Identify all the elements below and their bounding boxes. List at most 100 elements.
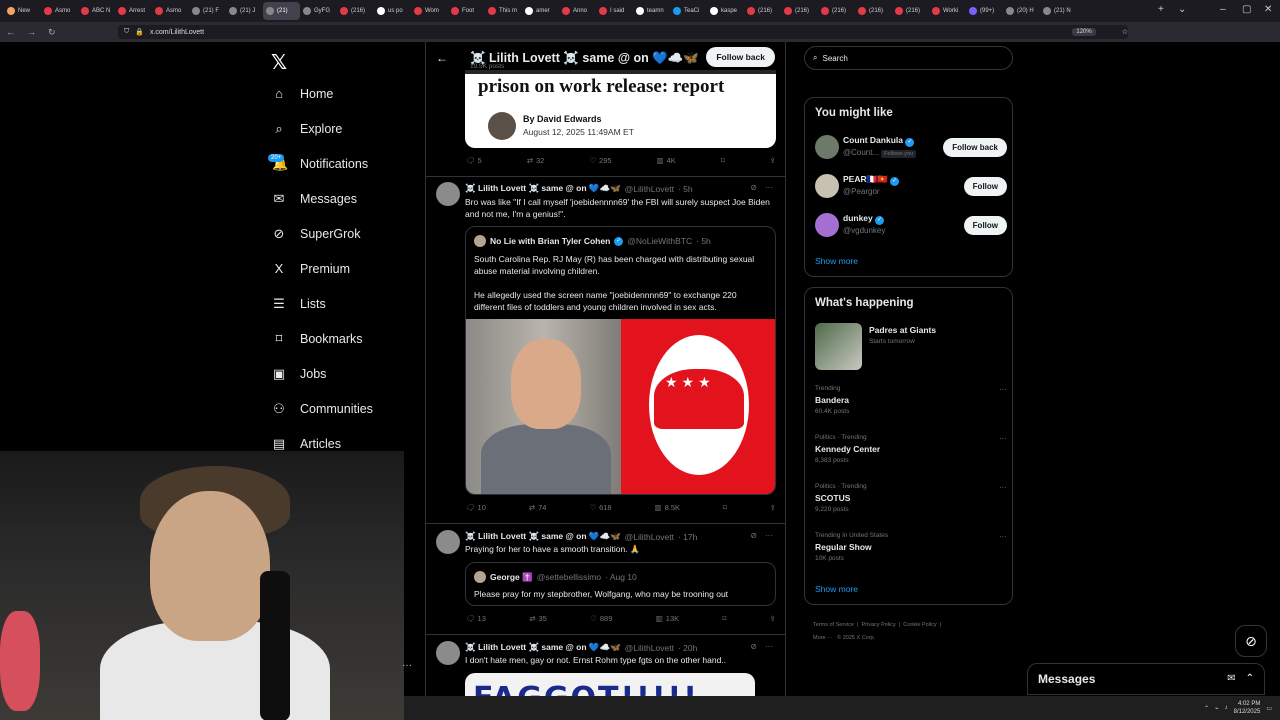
suggested-user[interactable]: PEAR🇫🇷🇻🇳 ✓ @Peargor Follow bbox=[815, 172, 1007, 202]
share-button[interactable]: ⇪ bbox=[770, 503, 776, 512]
author-avatar[interactable] bbox=[436, 641, 460, 665]
nav-item-communities[interactable]: ⚇ Communities bbox=[272, 401, 373, 417]
like-button[interactable]: ♡ 295 bbox=[589, 156, 611, 165]
quote-image-person[interactable] bbox=[466, 319, 621, 494]
grok-fab-icon[interactable]: ⊘ bbox=[1235, 625, 1267, 657]
browser-tab[interactable]: Foot bbox=[448, 2, 485, 20]
follow-back-button[interactable]: Follow back bbox=[706, 47, 775, 67]
more-link[interactable]: More ··· bbox=[813, 635, 833, 641]
reply-button[interactable]: 🗨 13 bbox=[465, 614, 486, 623]
more-icon[interactable]: ··· bbox=[999, 532, 1007, 541]
browser-tab[interactable]: (21) F bbox=[189, 2, 226, 20]
share-button[interactable]: ⇪ bbox=[770, 156, 776, 165]
show-more-link[interactable]: Show more bbox=[815, 256, 858, 266]
bookmark-button[interactable]: ⌑ bbox=[722, 614, 726, 623]
browser-tab[interactable]: (21) bbox=[263, 2, 300, 20]
browser-tab[interactable]: GyFG bbox=[300, 2, 337, 20]
browser-tab[interactable]: (216) bbox=[892, 2, 929, 20]
author-handle[interactable]: @LilithLovett bbox=[625, 532, 674, 542]
profile-timeline[interactable]: ← ☠️ Lilith Lovett ☠️ same @ on 💙☁️🦋 19.… bbox=[425, 42, 786, 720]
browser-tab[interactable]: I said bbox=[596, 2, 633, 20]
compose-message-icon[interactable]: ✉ bbox=[1227, 673, 1235, 684]
user-avatar[interactable] bbox=[815, 213, 839, 237]
more-icon[interactable]: ··· bbox=[999, 385, 1007, 394]
featured-event-thumbnail[interactable] bbox=[815, 323, 862, 370]
trend-item[interactable]: Politics · Trending Kennedy Center 8,383 p… bbox=[815, 434, 1007, 464]
zoom-level[interactable]: 120% bbox=[1072, 28, 1096, 36]
author-handle[interactable]: @LilithLovett bbox=[625, 643, 674, 653]
post-time[interactable]: · 20h bbox=[678, 643, 697, 653]
like-button[interactable]: ♡ 618 bbox=[589, 503, 611, 512]
bookmark-button[interactable]: ⌑ bbox=[721, 156, 725, 165]
follow-button[interactable]: Follow bbox=[963, 177, 1007, 196]
browser-tab[interactable]: Arrest bbox=[115, 2, 152, 20]
x-logo-icon[interactable]: 𝕏 bbox=[271, 50, 287, 75]
tray-icon[interactable]: ⌃ bbox=[1204, 705, 1209, 712]
repost-button[interactable]: ⇄ 35 bbox=[529, 614, 547, 623]
trend-item[interactable]: Trending in United States Regular Show 10K… bbox=[815, 532, 1007, 562]
repost-button[interactable]: ⇄ 32 bbox=[527, 156, 545, 165]
clock[interactable]: 4:02 PM 8/12/2025 bbox=[1234, 700, 1261, 716]
browser-tab[interactable]: teamn bbox=[633, 2, 670, 20]
more-icon[interactable]: ··· bbox=[765, 642, 773, 651]
author-name[interactable]: ☠️ Lilith Lovett ☠️ same @ on 💙☁️🦋 bbox=[465, 531, 621, 542]
browser-tab[interactable]: Worki bbox=[929, 2, 966, 20]
back-icon[interactable]: ← bbox=[6, 27, 15, 38]
url-bar[interactable]: ⛉ 🔒 x.com/LilithLovett 120% ☆ bbox=[118, 25, 1128, 39]
nav-item-explore[interactable]: ⌕ Explore bbox=[272, 121, 342, 137]
author-name[interactable]: ☠️ Lilith Lovett ☠️ same @ on 💙☁️🦋 bbox=[465, 642, 621, 653]
article-card[interactable]: prison on work release: report By David … bbox=[465, 70, 776, 148]
author-name[interactable]: ☠️ Lilith Lovett ☠️ same @ on 💙☁️🦋 bbox=[465, 183, 621, 194]
messages-dock[interactable]: Messages ✉ ⌃ bbox=[1027, 663, 1265, 695]
search-input[interactable]: Search bbox=[822, 54, 847, 63]
grok-icon[interactable]: ⊘ bbox=[750, 642, 757, 651]
browser-tab[interactable]: Asmo bbox=[152, 2, 189, 20]
bookmark-button[interactable]: ⌑ bbox=[723, 503, 727, 512]
user-avatar[interactable] bbox=[815, 135, 839, 159]
quote-image-gop-logo[interactable]: ★★★ bbox=[621, 319, 775, 494]
trend-item[interactable]: Politics · Trending SCOTUS 9,220 posts ··· bbox=[815, 483, 1007, 513]
views-button[interactable]: ▥ 13K bbox=[656, 614, 679, 623]
browser-tab[interactable]: Wom bbox=[411, 2, 448, 20]
more-icon[interactable]: ··· bbox=[999, 483, 1007, 492]
user-name[interactable]: PEAR🇫🇷🇻🇳 ✓ bbox=[843, 174, 900, 186]
author-avatar[interactable] bbox=[436, 182, 460, 206]
more-icon[interactable]: ··· bbox=[999, 434, 1007, 443]
browser-tab[interactable]: (216) bbox=[855, 2, 892, 20]
nav-item-articles[interactable]: ▤ Articles bbox=[272, 436, 341, 452]
forward-icon[interactable]: → bbox=[27, 27, 36, 38]
cookie-link[interactable]: Cookie Policy bbox=[903, 622, 936, 628]
follow-button[interactable]: Follow back bbox=[943, 138, 1007, 157]
more-options-icon[interactable]: ··· bbox=[402, 660, 412, 671]
browser-tab[interactable]: ABC N bbox=[78, 2, 115, 20]
user-avatar[interactable] bbox=[815, 174, 839, 198]
search-box[interactable]: ⌕ Search bbox=[804, 46, 1013, 70]
back-arrow-icon[interactable]: ← bbox=[436, 51, 448, 65]
share-button[interactable]: ⇪ bbox=[770, 614, 776, 623]
suggested-user[interactable]: dunkey ✓ @vgdunkey Follow bbox=[815, 211, 1007, 241]
browser-tab[interactable]: (21) N bbox=[1040, 2, 1077, 20]
views-button[interactable]: ▥ 4K bbox=[657, 156, 676, 165]
terms-link[interactable]: Terms of Service bbox=[813, 622, 854, 628]
browser-tab[interactable]: This m bbox=[485, 2, 522, 20]
nav-item-bookmarks[interactable]: ⌑ Bookmarks bbox=[272, 331, 363, 347]
minimize-button[interactable]: – bbox=[1220, 4, 1226, 15]
user-name[interactable]: Count Dankula ✓ bbox=[843, 135, 915, 147]
post-time[interactable]: · 17h bbox=[678, 532, 697, 542]
maximize-button[interactable]: ▢ bbox=[1242, 4, 1251, 15]
browser-tab[interactable]: (99+) bbox=[966, 2, 1003, 20]
grok-icon[interactable]: ⊘ bbox=[750, 183, 757, 192]
volume-icon[interactable]: ♪ bbox=[1225, 705, 1228, 711]
browser-tab[interactable]: (216) bbox=[818, 2, 855, 20]
featured-event-name[interactable]: Padres at Giants bbox=[869, 325, 936, 335]
browser-tab[interactable]: New bbox=[4, 2, 41, 20]
browser-tab[interactable]: Asmo bbox=[41, 2, 78, 20]
quoted-post[interactable]: No Lie with Brian Tyler Cohen ✓ @NoLieWi… bbox=[465, 226, 776, 495]
repost-button[interactable]: ⇄ 74 bbox=[529, 503, 547, 512]
reply-button[interactable]: 🗨 5 bbox=[465, 156, 482, 165]
views-button[interactable]: ▥ 8.5K bbox=[654, 503, 680, 512]
more-icon[interactable]: ··· bbox=[765, 531, 773, 540]
follow-button[interactable]: Follow bbox=[963, 216, 1007, 235]
bookmark-star-icon[interactable]: ☆ bbox=[1122, 28, 1128, 36]
expand-icon[interactable]: ⌃ bbox=[1246, 673, 1254, 684]
